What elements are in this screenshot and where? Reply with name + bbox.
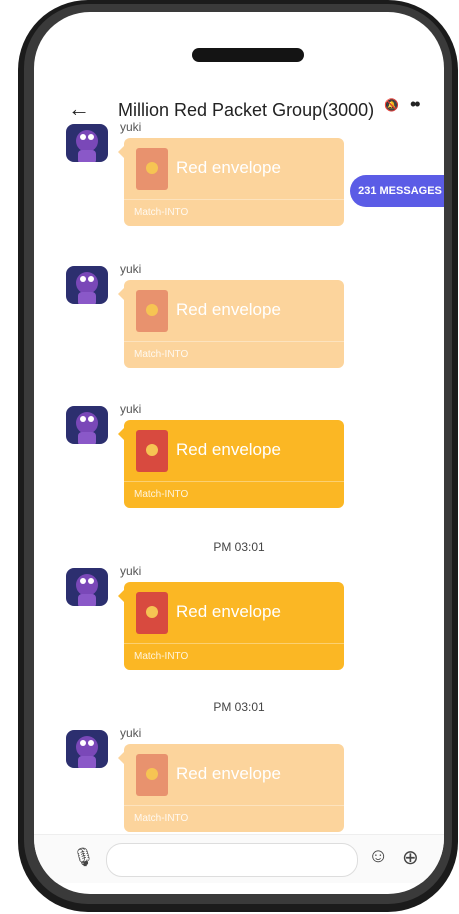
group-title: Million Red Packet Group(3000) — [118, 100, 375, 120]
plus-circle-icon[interactable]: ⊕ — [402, 845, 419, 870]
notch — [192, 48, 304, 62]
envelope-label: Red envelope — [176, 764, 281, 783]
more-dots-icon[interactable]: •• — [410, 94, 421, 115]
sender-name: yuki — [120, 402, 142, 416]
timestamp: PM 03:01 — [213, 540, 265, 554]
back-arrow-icon[interactable]: ← — [68, 98, 90, 120]
envelope-footer: Match-INTO — [134, 207, 189, 218]
envelope-label: Red envelope — [176, 440, 281, 459]
message-list[interactable]: yuki Red envelope Match-INTO yuki Red en… — [34, 122, 444, 834]
unread-messages-badge[interactable]: 231 MESSAGES — [350, 175, 444, 207]
red-envelope-bubble[interactable]: Red envelope Match-INTO — [118, 744, 344, 832]
avatar[interactable] — [66, 124, 108, 162]
red-envelope-bubble[interactable]: Red envelope Match-INTO — [118, 420, 344, 508]
envelope-footer: Match-INTO — [134, 489, 189, 500]
red-envelope-icon — [136, 592, 168, 634]
microphone-icon[interactable]: 🎙 — [72, 847, 95, 868]
avatar[interactable] — [66, 730, 108, 768]
timestamp: PM 03:01 — [213, 700, 265, 714]
red-envelope-icon — [136, 430, 168, 472]
red-envelope-icon — [136, 754, 168, 796]
sender-name: yuki — [120, 122, 142, 134]
red-envelope-bubble[interactable]: Red envelope Match-INTO — [118, 280, 344, 368]
list-item: yuki Red envelope Match-INTO — [34, 726, 444, 834]
red-envelope-icon — [136, 148, 168, 190]
list-item: yuki Red envelope Match-INTO — [34, 564, 444, 714]
envelope-label: Red envelope — [176, 300, 281, 319]
input-bar: 🎙 ☺ ⊕ — [34, 834, 444, 883]
red-envelope-bubble[interactable]: Red envelope Match-INTO — [118, 582, 344, 670]
mute-bell-icon: 🔕 — [384, 98, 399, 112]
sender-name: yuki — [120, 262, 142, 276]
sender-name: yuki — [120, 726, 142, 740]
envelope-footer: Match-INTO — [134, 349, 189, 360]
avatar[interactable] — [66, 568, 108, 606]
message-input[interactable] — [106, 843, 358, 877]
envelope-footer: Match-INTO — [134, 651, 189, 662]
smiley-icon[interactable]: ☺ — [368, 845, 388, 868]
list-item: yuki Red envelope Match-INTO — [34, 402, 444, 552]
avatar[interactable] — [66, 406, 108, 444]
red-envelope-icon — [136, 290, 168, 332]
phone-screen: ← Million Red Packet Group(3000) 🔕 •• yu… — [34, 12, 444, 894]
red-envelope-bubble[interactable]: Red envelope Match-INTO — [118, 138, 344, 226]
envelope-label: Red envelope — [176, 158, 281, 177]
sender-name: yuki — [120, 564, 142, 578]
avatar[interactable] — [66, 266, 108, 304]
envelope-footer: Match-INTO — [134, 813, 189, 824]
envelope-label: Red envelope — [176, 602, 281, 621]
list-item: yuki Red envelope Match-INTO — [34, 262, 444, 412]
